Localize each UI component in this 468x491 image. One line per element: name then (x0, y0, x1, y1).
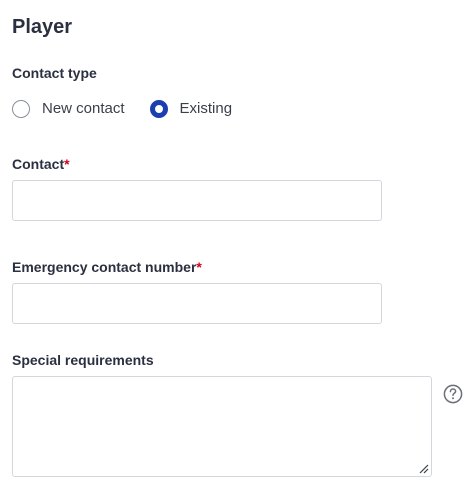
contact-type-label: Contact type (12, 65, 97, 81)
section-title: Player (12, 16, 73, 38)
radio-label-new-contact: New contact (42, 100, 125, 117)
required-marker: * (196, 259, 202, 275)
resize-handle-icon[interactable] (417, 462, 429, 474)
emergency-contact-number-input[interactable] (12, 283, 382, 324)
required-marker: * (64, 156, 70, 172)
emergency-contact-number-label-text: Emergency contact number (12, 259, 197, 275)
radio-option-new-contact[interactable]: New contact (12, 99, 125, 119)
radio-button-existing[interactable] (149, 100, 168, 118)
question-circle-icon[interactable] (443, 384, 463, 404)
contact-label: Contact* (12, 155, 70, 173)
radio-option-existing[interactable]: Existing (149, 99, 233, 119)
contact-label-text: Contact (12, 156, 65, 172)
contact-type-radio-group: New contact Existing (12, 98, 232, 120)
special-requirements-textarea[interactable] (12, 376, 432, 477)
radio-button-new-contact[interactable] (12, 100, 30, 118)
contact-input[interactable] (12, 180, 382, 221)
radio-label-existing: Existing (179, 100, 233, 117)
special-requirements-label: Special requirements (12, 352, 154, 368)
emergency-contact-number-label: Emergency contact number* (12, 258, 202, 276)
